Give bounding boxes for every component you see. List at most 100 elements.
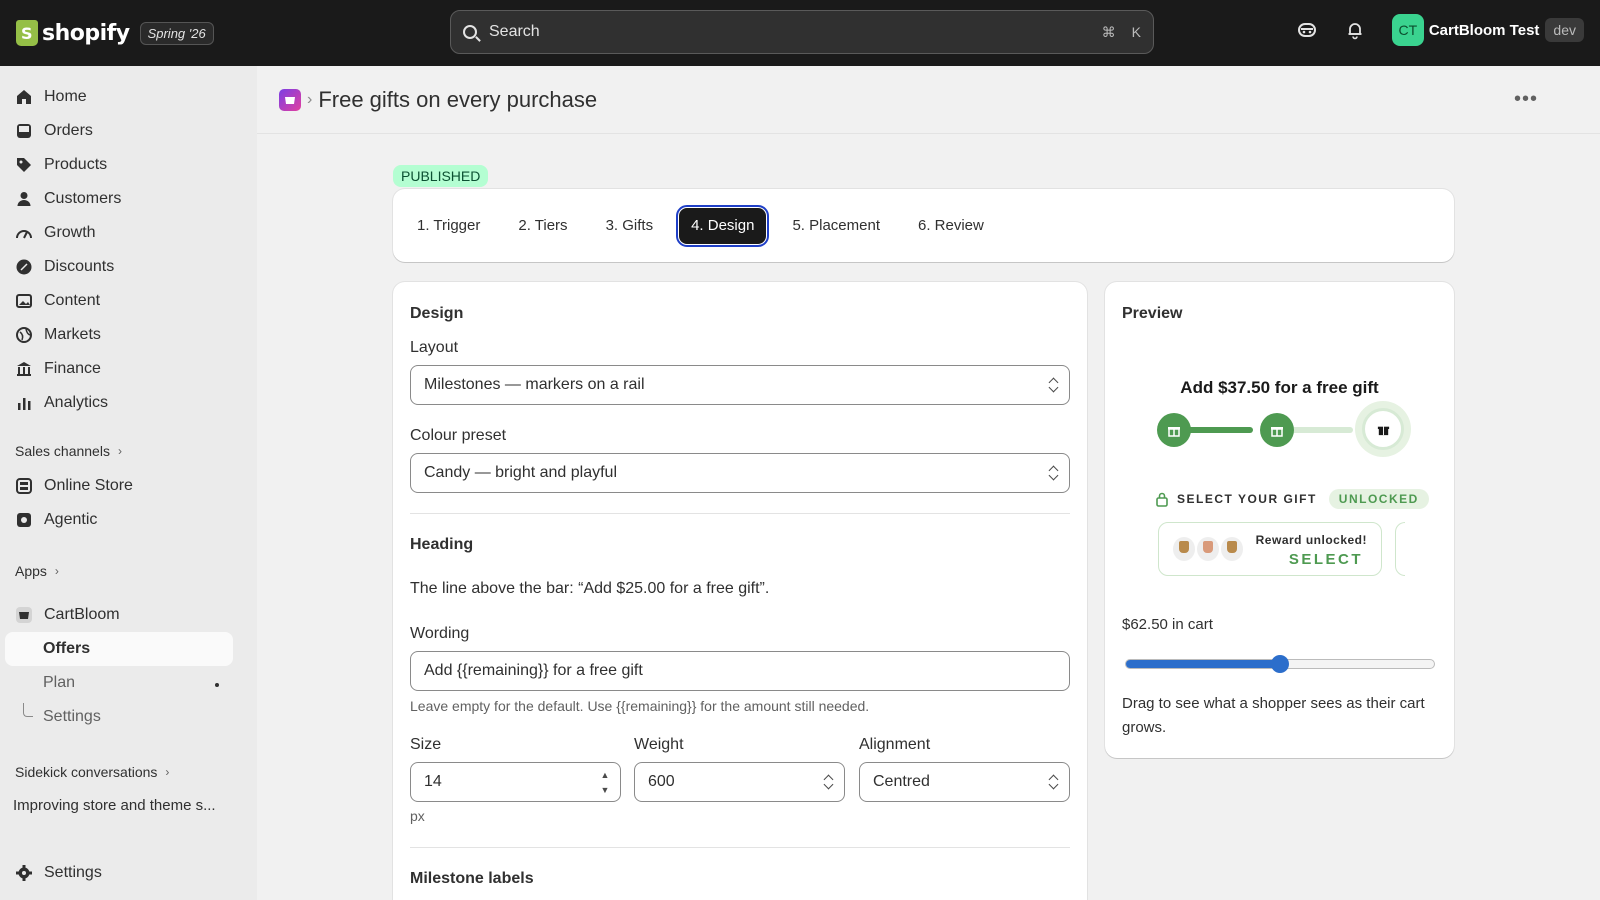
gift-thumbnail [1221, 537, 1243, 561]
store-name[interactable]: CartBloom Test [1429, 22, 1540, 39]
sidebar-item-label: Products [44, 156, 108, 173]
sidebar-item-cartbloom[interactable]: CartBloom [5, 598, 233, 632]
decrement-icon[interactable]: ▼ [596, 782, 614, 797]
sidebar-item-analytics[interactable]: Analytics [5, 386, 233, 420]
section-label: Apps [15, 563, 47, 579]
sidebar-item-home[interactable]: Home [5, 80, 233, 114]
preview-heading: Add $37.50 for a free gift [1180, 378, 1379, 397]
sidebar-item-orders[interactable]: Orders [5, 114, 233, 148]
tab-design[interactable]: 4. Design [676, 204, 770, 247]
command-key-icon: ⌘ [1101, 23, 1116, 40]
milestone-marker [1157, 413, 1191, 447]
apps-header[interactable]: Apps › [15, 563, 59, 579]
sidebar-item-label: Settings [44, 864, 102, 881]
sidebar-item-markets[interactable]: Markets [5, 318, 233, 352]
sidebar-item-plan[interactable]: Plan [5, 666, 233, 700]
gauge-icon [15, 224, 33, 242]
agentic-icon [15, 511, 33, 529]
milestone-marker-current [1355, 401, 1411, 457]
tab-placement[interactable]: 5. Placement [780, 208, 892, 244]
sidebar-item-agentic[interactable]: Agentic [5, 503, 233, 537]
design-title: Design [410, 305, 464, 322]
colour-preset-select[interactable]: Candy — bright and playful [410, 453, 1070, 493]
milestone-marker [1260, 413, 1294, 447]
sidebar-item-settings[interactable]: Settings [5, 856, 233, 890]
weight-label: Weight [634, 736, 684, 753]
page-title: Free gifts on every purchase [318, 86, 598, 112]
sidebar-item-customers[interactable]: Customers [5, 182, 233, 216]
sales-channels-header[interactable]: Sales channels › [15, 443, 122, 459]
wording-input[interactable]: Add {{remaining}} for a free gift [410, 651, 1070, 691]
sidebar-item-finance[interactable]: Finance [5, 352, 233, 386]
sidebar-item-discounts[interactable]: Discounts [5, 250, 233, 284]
heading-description: The line above the bar: “Add $25.00 for … [410, 580, 770, 597]
sidekick-icon[interactable] [1296, 19, 1318, 41]
cartbloom-app-icon[interactable] [279, 88, 301, 111]
sidebar-item-content[interactable]: Content [5, 284, 233, 318]
bank-icon [15, 360, 33, 378]
tab-review[interactable]: 6. Review [906, 208, 996, 244]
tab-tiers[interactable]: 2. Tiers [506, 208, 579, 244]
search-bar[interactable]: Search ⌘ K [450, 10, 1154, 54]
heading-section-title: Heading [410, 536, 474, 553]
edition-badge[interactable]: Spring '26 [139, 21, 214, 45]
cartbloom-app-icon [15, 606, 33, 624]
top-bar: shopify Spring '26 Search ⌘ K CT CartBlo… [0, 0, 1600, 66]
sidebar-item-label: Markets [44, 326, 101, 343]
sidebar-item-label: Orders [44, 122, 93, 139]
lock-icon [1156, 492, 1168, 507]
section-label: Sidekick conversations [15, 764, 158, 780]
cart-slider[interactable] [1125, 655, 1435, 673]
sidebar-item-offers[interactable]: Offers [5, 632, 233, 666]
sidebar-item-label: Home [44, 88, 87, 105]
bell-icon[interactable] [1344, 19, 1366, 41]
globe-icon [15, 326, 33, 344]
sidebar: Home Orders Products Customers Growth Di… [0, 66, 257, 900]
inbox-icon [15, 122, 33, 140]
sidebar-item-label: Finance [44, 360, 101, 377]
chevron-right-icon: › [165, 765, 170, 779]
reward-card-next[interactable] [1395, 522, 1405, 576]
stepper-buttons[interactable]: ▲ ▼ [596, 767, 614, 797]
alignment-label: Alignment [859, 736, 931, 753]
env-badge: dev [1545, 18, 1584, 42]
more-actions-icon[interactable]: ••• [1514, 88, 1538, 111]
slider-thumb[interactable] [1271, 655, 1289, 673]
sidebar-item-app-settings[interactable]: Settings [5, 700, 233, 734]
gift-icon [1168, 427, 1180, 437]
avatar[interactable]: CT [1391, 14, 1424, 46]
increment-icon[interactable]: ▲ [596, 767, 614, 782]
gift-selector-header: SELECT YOUR GIFT UNLOCKED [1155, 489, 1429, 509]
tab-gifts[interactable]: 3. Gifts [594, 208, 666, 244]
size-stepper[interactable]: 14 ▲ ▼ [410, 762, 621, 802]
sidekick-header[interactable]: Sidekick conversations › [15, 764, 169, 780]
layout-select[interactable]: Milestones — markers on a rail [410, 365, 1070, 405]
colour-preset-label: Colour preset [410, 427, 507, 444]
weight-select[interactable]: 600 [634, 762, 845, 802]
gift-thumbnail [1173, 537, 1195, 561]
reward-unlocked-text: Reward unlocked! [1255, 533, 1367, 547]
size-label: Size [410, 736, 442, 753]
sidebar-item-products[interactable]: Products [5, 148, 233, 182]
reward-select-button[interactable]: SELECT [1289, 551, 1363, 568]
step-tabs: 1. Trigger 2. Tiers 3. Gifts 4. Design 5… [393, 189, 1454, 262]
shopify-logo[interactable]: shopify [16, 20, 130, 46]
sidebar-item-label: CartBloom [44, 606, 120, 623]
sidekick-conversation-item[interactable]: Improving store and theme s... [13, 797, 216, 814]
sidebar-item-label: Analytics [44, 394, 109, 411]
select-arrows-icon [1049, 774, 1059, 790]
select-arrows-icon [1049, 465, 1059, 481]
alignment-select[interactable]: Centred [859, 762, 1070, 802]
tab-trigger[interactable]: 1. Trigger [405, 208, 492, 244]
alignment-value: Centred [873, 773, 930, 790]
image-icon [15, 292, 33, 310]
sidebar-item-online-store[interactable]: Online Store [5, 469, 233, 503]
reward-card[interactable]: Reward unlocked! SELECT [1158, 522, 1382, 576]
sidebar-item-growth[interactable]: Growth [5, 216, 233, 250]
status-badge: PUBLISHED [393, 165, 489, 187]
cart-amount-label: $62.50 in cart [1122, 616, 1213, 633]
layout-value: Milestones — markers on a rail [424, 376, 645, 393]
discount-icon [15, 258, 33, 276]
wording-label: Wording [410, 625, 470, 642]
weight-value: 600 [648, 773, 675, 790]
